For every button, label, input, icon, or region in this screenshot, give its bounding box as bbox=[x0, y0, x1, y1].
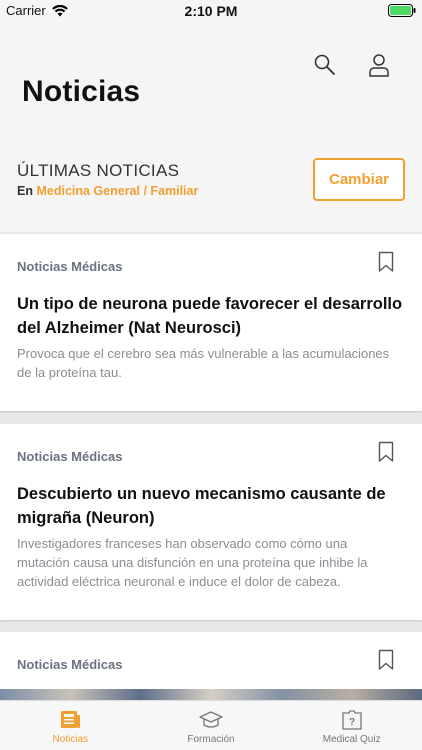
card-category: Noticias Médicas bbox=[17, 657, 123, 672]
tab-bar: Noticias Formación ? Medical Quiz bbox=[0, 700, 422, 750]
bookmark-icon[interactable] bbox=[378, 441, 394, 463]
search-button[interactable] bbox=[312, 52, 338, 78]
tab-noticias[interactable]: Noticias bbox=[0, 701, 141, 750]
card-summary: Provoca que el cerebro sea más vulnerabl… bbox=[17, 346, 390, 380]
news-card[interactable]: Noticias Médicas Un tipo de neurona pued… bbox=[0, 234, 422, 411]
battery-icon bbox=[388, 4, 416, 17]
card-title[interactable]: Un tipo de neurona puede favorecer el de… bbox=[17, 292, 409, 340]
section-prefix: En bbox=[17, 184, 33, 198]
card-category: Noticias Médicas bbox=[17, 449, 123, 464]
user-icon bbox=[369, 54, 389, 77]
tab-label: Noticias bbox=[52, 734, 89, 745]
graduation-cap-icon bbox=[199, 711, 223, 728]
bookmark-icon[interactable] bbox=[378, 649, 394, 671]
page-title: Noticias bbox=[22, 75, 141, 108]
specialty-link[interactable]: Medicina General / Familiar bbox=[36, 184, 198, 198]
news-card[interactable]: Noticias Médicas bbox=[0, 632, 422, 701]
change-specialty-button[interactable]: Cambiar bbox=[313, 158, 405, 201]
profile-button[interactable] bbox=[366, 52, 392, 78]
section-title: ÚLTIMAS NOTICIAS bbox=[17, 161, 180, 180]
svg-text:?: ? bbox=[349, 717, 355, 728]
status-bar: Carrier 2:10 PM bbox=[0, 0, 422, 22]
tab-label: Medical Quiz bbox=[322, 734, 381, 745]
bookmark-icon[interactable] bbox=[378, 251, 394, 273]
quiz-icon: ? bbox=[342, 710, 362, 730]
card-summary: Investigadores franceses han observado c… bbox=[17, 536, 368, 589]
news-card[interactable]: Noticias Médicas Descubierto un nuevo me… bbox=[0, 424, 422, 620]
tab-medical-quiz[interactable]: ? Medical Quiz bbox=[281, 701, 422, 750]
section-subtitle: En Medicina General / Familiar bbox=[17, 184, 198, 198]
status-time: 2:10 PM bbox=[184, 3, 238, 19]
header: Noticias ÚLTIMAS NOTICIAS En Medicina Ge… bbox=[0, 22, 422, 232]
search-icon bbox=[314, 54, 335, 75]
card-category: Noticias Médicas bbox=[17, 259, 123, 274]
news-icon bbox=[61, 711, 81, 728]
tab-label: Formación bbox=[187, 734, 235, 745]
card-title[interactable]: Descubierto un nuevo mecanismo causante … bbox=[17, 482, 409, 530]
tab-formacion[interactable]: Formación bbox=[141, 701, 282, 750]
